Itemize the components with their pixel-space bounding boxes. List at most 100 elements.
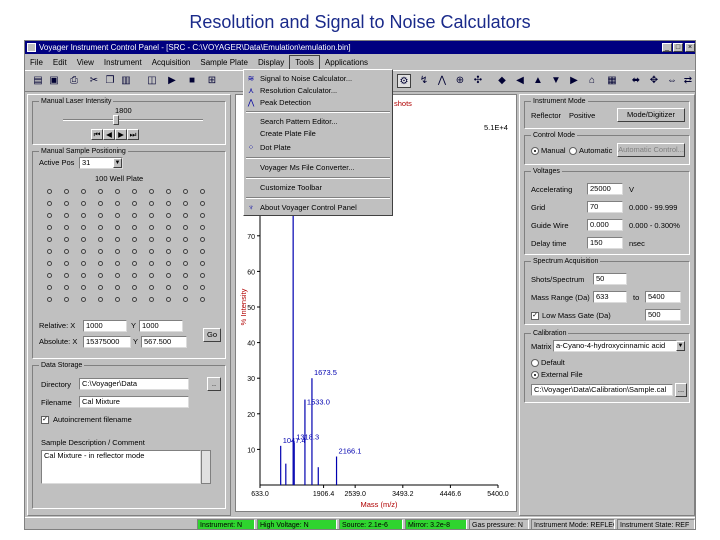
plate-well[interactable] — [81, 189, 86, 194]
plate-well[interactable] — [115, 201, 120, 206]
cursor-icon[interactable]: ✣ — [471, 74, 485, 88]
arrow-left-icon[interactable]: ◀ — [513, 74, 527, 88]
plate-well[interactable] — [132, 297, 137, 302]
plate-well[interactable] — [115, 249, 120, 254]
plate-well[interactable] — [81, 249, 86, 254]
plate-well[interactable] — [47, 237, 52, 242]
plate-well[interactable] — [149, 261, 154, 266]
low-mass-gate-field[interactable]: 500 — [645, 309, 681, 321]
plate-well[interactable] — [149, 297, 154, 302]
plate-well[interactable] — [64, 249, 69, 254]
guide-wire-field[interactable]: 0.000 — [587, 219, 623, 231]
plate-well[interactable] — [149, 285, 154, 290]
plate-well[interactable] — [183, 297, 188, 302]
plate-well[interactable] — [183, 237, 188, 242]
laser-prev-button[interactable]: ◀ — [103, 129, 115, 140]
absolute-x-field[interactable]: 15375000 — [83, 336, 131, 348]
autoincrement-checkbox[interactable]: ✓ — [41, 416, 49, 424]
laser-next-button[interactable]: ▶ — [115, 129, 127, 140]
window-titlebar[interactable]: Voyager Instrument Control Panel - [SRC … — [25, 41, 695, 54]
plate-well[interactable] — [149, 213, 154, 218]
plate-well[interactable] — [183, 225, 188, 230]
accelerating-field[interactable]: 25000 — [587, 183, 623, 195]
plate-well[interactable] — [81, 261, 86, 266]
mass-range-from-field[interactable]: 633 — [593, 291, 627, 303]
plate-well[interactable] — [183, 285, 188, 290]
plate-well[interactable] — [166, 237, 171, 242]
plate-well[interactable] — [64, 297, 69, 302]
plate-well[interactable] — [98, 249, 103, 254]
menu-file[interactable]: File — [25, 56, 48, 70]
plate-well[interactable] — [166, 249, 171, 254]
default-calibration-radio[interactable] — [531, 359, 539, 367]
cut-icon[interactable]: ✂ — [87, 74, 101, 88]
minimize-button[interactable]: _ — [662, 43, 672, 52]
plate-well[interactable] — [64, 285, 69, 290]
automatic-control-button[interactable]: Automatic Control... — [617, 143, 685, 157]
plate-well[interactable] — [47, 261, 52, 266]
compress-icon[interactable]: ⇄ — [681, 74, 695, 88]
plate-well[interactable] — [200, 201, 205, 206]
move-icon[interactable]: ✥ — [647, 74, 661, 88]
sn-tool-icon[interactable]: ⚙ — [397, 74, 411, 88]
plate-well[interactable] — [64, 237, 69, 242]
browse-directory-button[interactable]: .. — [207, 377, 221, 391]
peak-tool-icon[interactable]: ⋀ — [435, 74, 449, 88]
plate-well[interactable] — [98, 213, 103, 218]
plate-well[interactable] — [200, 261, 205, 266]
plate-well[interactable] — [98, 225, 103, 230]
plate-well[interactable] — [200, 297, 205, 302]
plate-well[interactable] — [64, 261, 69, 266]
paste-icon[interactable]: ▥ — [119, 74, 133, 88]
plate-well[interactable] — [98, 297, 103, 302]
arrow-down-icon[interactable]: ▼ — [549, 74, 563, 88]
absolute-y-field[interactable]: 567.500 — [141, 336, 187, 348]
plate-well[interactable] — [200, 189, 205, 194]
menu-item-signal-to-noise[interactable]: ≋ Signal to Noise Calculator... — [244, 73, 392, 84]
plate-well[interactable] — [200, 225, 205, 230]
plate-well[interactable] — [115, 273, 120, 278]
plate-well[interactable] — [132, 189, 137, 194]
plate-well[interactable] — [115, 261, 120, 266]
plate-well[interactable] — [200, 273, 205, 278]
plate-well[interactable] — [183, 201, 188, 206]
menu-item-peak-detection[interactable]: ⋀ Peak Detection — [244, 97, 392, 108]
plate-well[interactable] — [166, 225, 171, 230]
plate-well[interactable] — [132, 249, 137, 254]
delay-time-field[interactable]: 150 — [587, 237, 623, 249]
plate-well[interactable] — [81, 285, 86, 290]
plate-well[interactable] — [149, 273, 154, 278]
menu-display[interactable]: Display — [253, 56, 289, 70]
plate-well[interactable] — [166, 285, 171, 290]
maximize-button[interactable]: □ — [673, 43, 683, 52]
plate-well[interactable] — [200, 237, 205, 242]
menu-edit[interactable]: Edit — [48, 56, 72, 70]
resolution-tool-icon[interactable]: ↯ — [417, 74, 431, 88]
plate-well[interactable] — [183, 189, 188, 194]
plate-well[interactable] — [166, 273, 171, 278]
instrument-icon[interactable]: ◫ — [145, 74, 159, 88]
plate-well[interactable] — [166, 213, 171, 218]
expand-icon[interactable]: ⬌ — [629, 74, 643, 88]
menu-view[interactable]: View — [72, 56, 99, 70]
comment-textarea[interactable]: Cal Mixture - in reflector mode — [41, 450, 201, 484]
plate-well[interactable] — [64, 213, 69, 218]
plate-well[interactable] — [149, 237, 154, 242]
plate-well[interactable] — [81, 273, 86, 278]
arrow-up-icon[interactable]: ▲ — [531, 74, 545, 88]
grid-field[interactable]: 70 — [587, 201, 623, 213]
copy-icon[interactable]: ❐ — [103, 74, 117, 88]
manual-radio[interactable] — [531, 147, 539, 155]
plate-well[interactable] — [132, 273, 137, 278]
laser-last-button[interactable]: ⏭ — [127, 129, 139, 140]
acquire-icon[interactable]: ▶ — [165, 74, 179, 88]
menu-item-about[interactable]: ♆ About Voyager Control Panel — [244, 202, 392, 213]
plate-well[interactable] — [149, 249, 154, 254]
plate-well[interactable] — [98, 285, 103, 290]
menu-item-customize-toolbar[interactable]: Customize Toolbar — [244, 182, 392, 193]
comment-scrollbar[interactable] — [201, 450, 211, 484]
menu-applications[interactable]: Applications — [320, 56, 373, 70]
plate-well[interactable] — [81, 237, 86, 242]
external-file-radio[interactable] — [531, 371, 539, 379]
well-plate-grid[interactable] — [43, 186, 219, 316]
